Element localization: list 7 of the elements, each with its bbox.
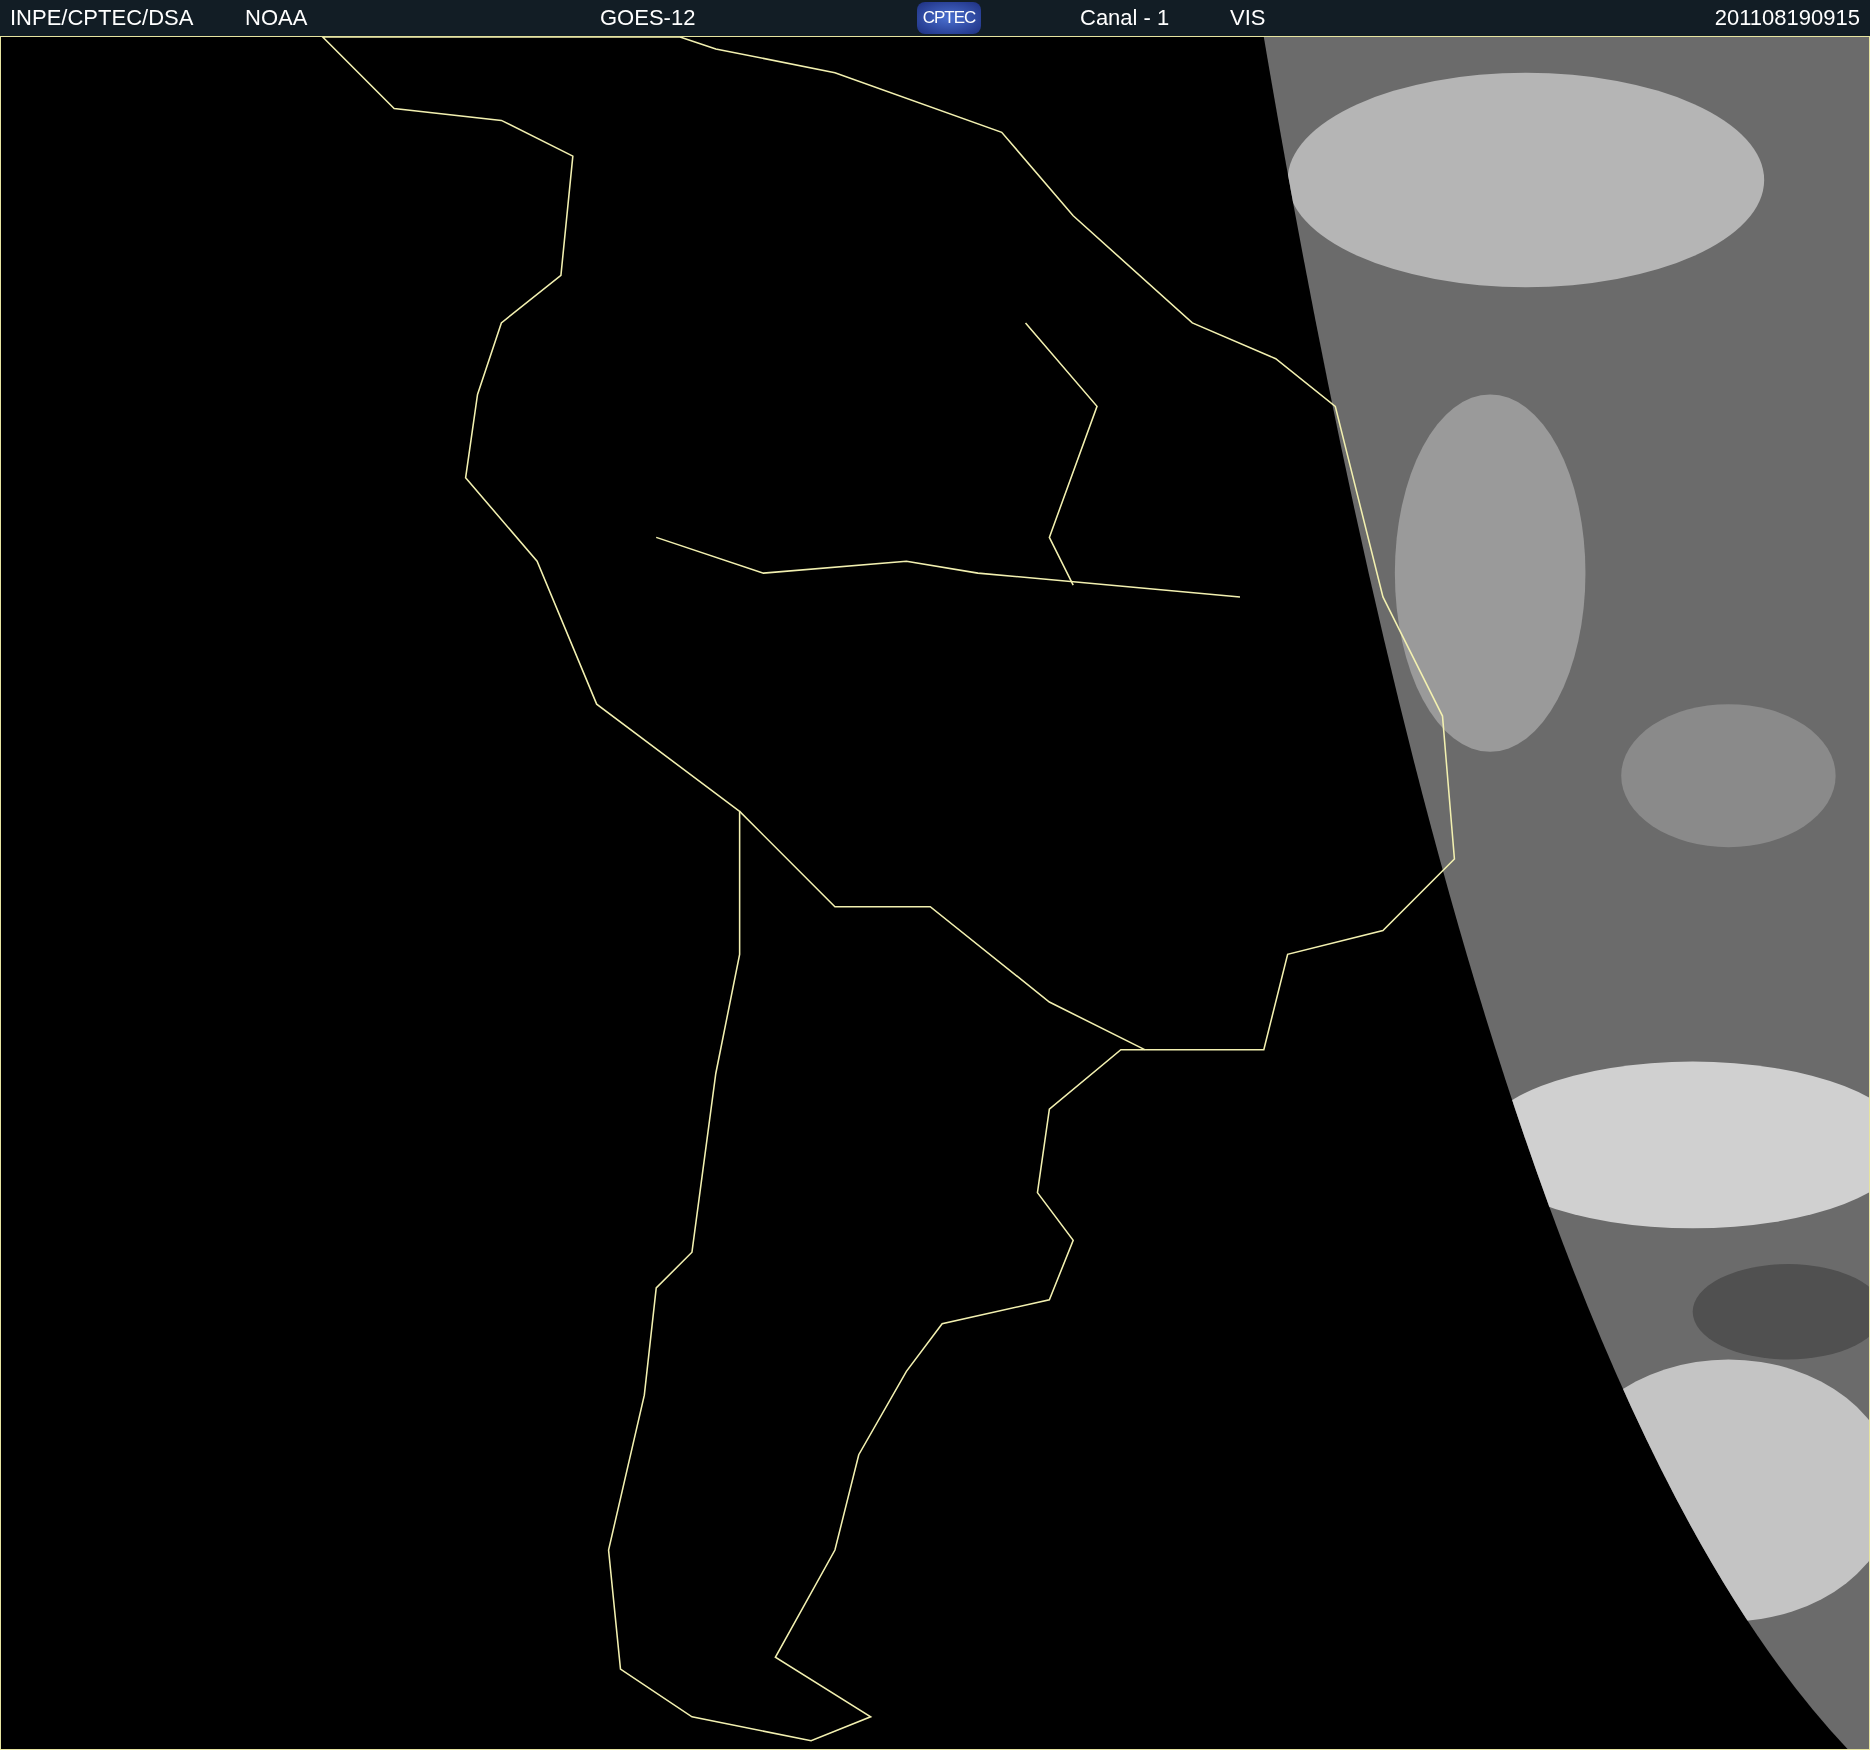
satellite-label: GOES-12 (600, 5, 696, 31)
channel-label: Canal - 1 (1080, 5, 1170, 31)
source-label: INPE/CPTEC/DSA (10, 5, 194, 31)
agency-label: NOAA (245, 5, 308, 31)
timestamp-label: 201108190915 (1714, 5, 1860, 31)
band-label: VIS (1230, 5, 1266, 31)
logo: CPTEC (917, 2, 981, 34)
